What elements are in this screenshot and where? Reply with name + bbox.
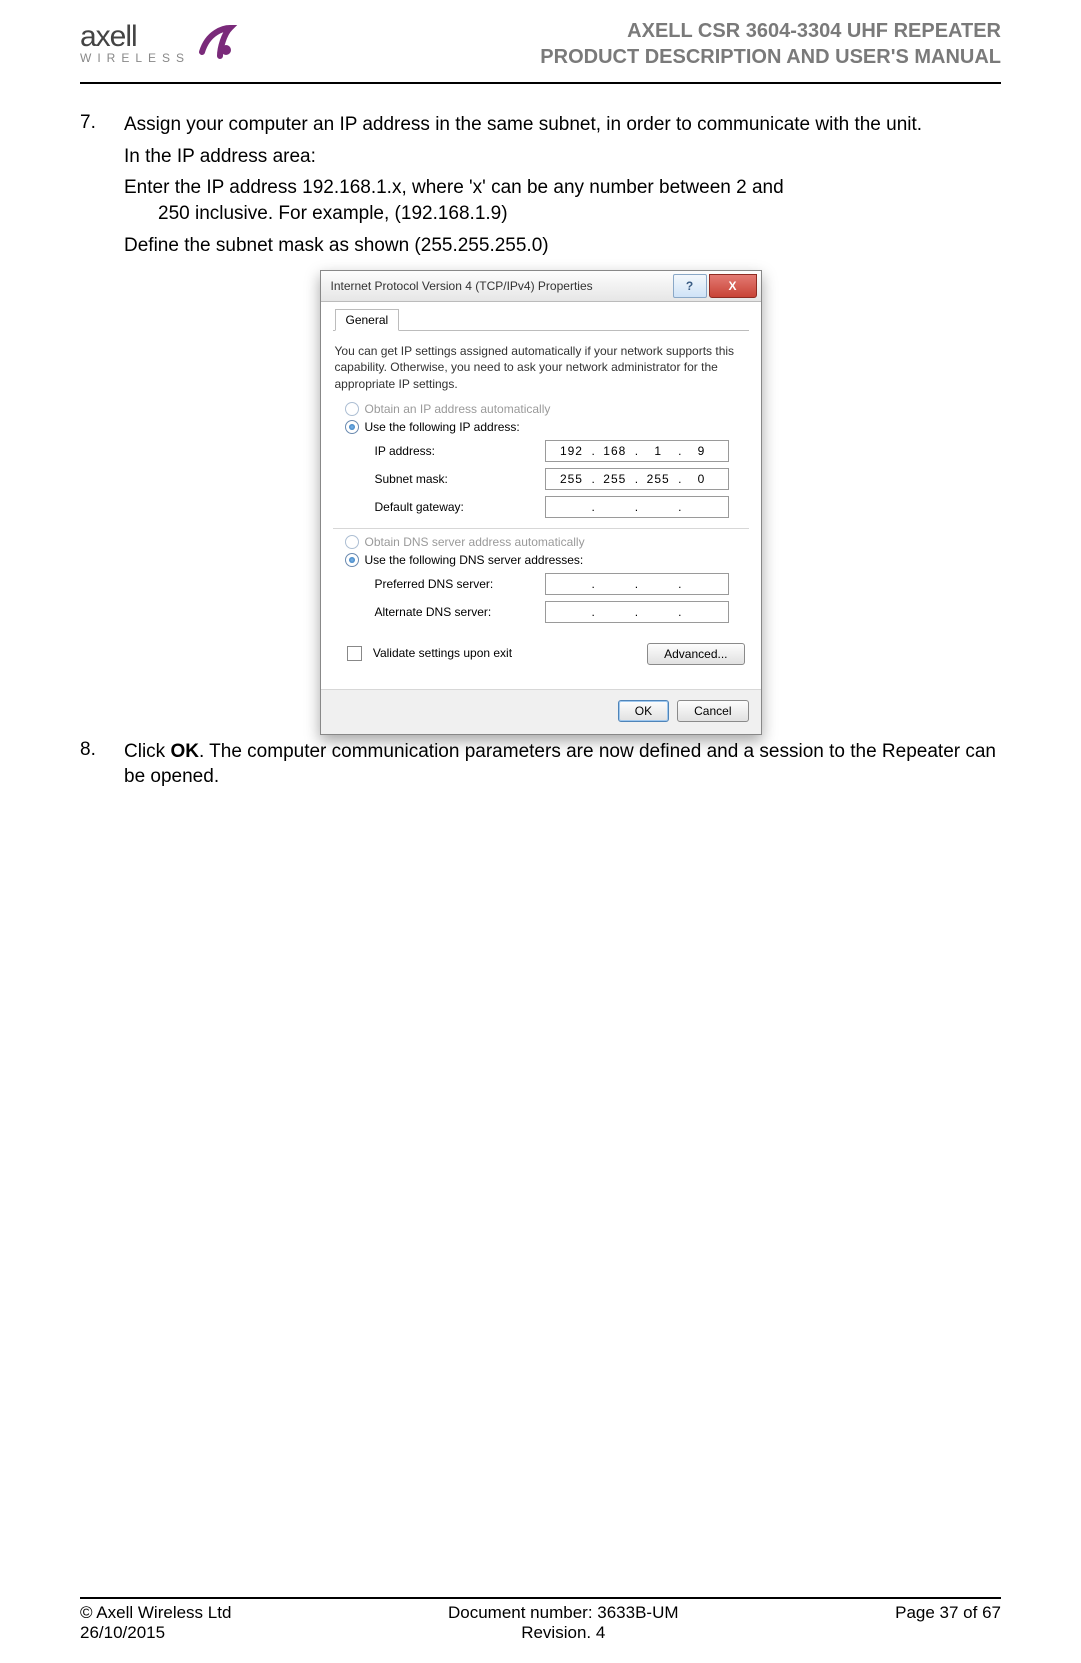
step-8-bold: OK	[170, 741, 199, 762]
page-header: axell WIRELESS AXELL CSR 3604-3304 UHF R…	[80, 18, 1001, 84]
footer-date: 26/10/2015	[80, 1623, 231, 1643]
step-7-line2: In the IP address area:	[124, 144, 1001, 170]
radio-use-ip[interactable]	[345, 420, 359, 434]
step-7: 7. Assign your computer an IP address in…	[80, 112, 1001, 264]
sn-o3: 255	[638, 472, 678, 486]
validate-checkbox[interactable]	[347, 646, 362, 661]
pref-dns-label: Preferred DNS server:	[375, 577, 545, 591]
ip-address-label: IP address:	[375, 444, 545, 458]
step-8-pre: Click	[124, 741, 170, 762]
radio-obtain-dns-label: Obtain DNS server address automatically	[365, 535, 585, 549]
help-button[interactable]: ?	[673, 274, 707, 298]
radio-obtain-ip-label: Obtain an IP address automatically	[365, 402, 551, 416]
logo-sub-text: WIRELESS	[80, 52, 190, 64]
close-button[interactable]: X	[709, 274, 757, 298]
cancel-button[interactable]: Cancel	[677, 700, 748, 722]
doc-title-1: AXELL CSR 3604-3304 UHF REPEATER	[540, 18, 1001, 44]
ip-o2: 168	[595, 444, 635, 458]
alt-dns-label: Alternate DNS server:	[375, 605, 545, 619]
footer-page: Page 37 of 67	[895, 1603, 1001, 1643]
advanced-button[interactable]: Advanced...	[647, 643, 744, 665]
step-8-post: . The computer communication parameters …	[124, 741, 996, 788]
footer-docnum: Document number: 3633B-UM	[448, 1603, 679, 1623]
step-8-text: Click OK. The computer communication par…	[124, 739, 1001, 790]
tab-general[interactable]: General	[335, 309, 400, 331]
dialog-title: Internet Protocol Version 4 (TCP/IPv4) P…	[331, 279, 593, 293]
logo-main-text: axell	[80, 22, 190, 52]
radio-use-ip-label: Use the following IP address:	[365, 420, 520, 434]
gateway-label: Default gateway:	[375, 500, 545, 514]
dialog-titlebar[interactable]: Internet Protocol Version 4 (TCP/IPv4) P…	[321, 271, 761, 302]
radio-use-dns-label: Use the following DNS server addresses:	[365, 553, 584, 567]
radio-use-dns[interactable]	[345, 553, 359, 567]
radio-obtain-ip[interactable]	[345, 402, 359, 416]
sn-o4: 0	[682, 472, 722, 486]
step-number: 8.	[80, 739, 108, 796]
step-number: 7.	[80, 112, 108, 264]
doc-title-2: PRODUCT DESCRIPTION AND USER'S MANUAL	[540, 44, 1001, 70]
validate-label: Validate settings upon exit	[373, 646, 512, 660]
tab-strip: General	[333, 308, 749, 331]
dialog-description: You can get IP settings assigned automat…	[335, 343, 747, 392]
sn-o1: 255	[552, 472, 592, 486]
ok-button[interactable]: OK	[618, 700, 669, 722]
ipv4-properties-dialog: Internet Protocol Version 4 (TCP/IPv4) P…	[320, 270, 762, 735]
subnet-label: Subnet mask:	[375, 472, 545, 486]
sn-o2: 255	[595, 472, 635, 486]
gateway-field[interactable]: . . .	[545, 496, 729, 518]
step-7-line4: Define the subnet mask as shown (255.255…	[124, 233, 1001, 259]
ip-o1: 192	[552, 444, 592, 458]
pref-dns-field[interactable]: . . .	[545, 573, 729, 595]
step-7-line1: Assign your computer an IP address in th…	[124, 112, 1001, 138]
step-7-line3b: 250 inclusive. For example, (192.168.1.9…	[124, 201, 1001, 227]
subnet-field[interactable]: 255. 255. 255. 0	[545, 468, 729, 490]
radio-obtain-dns[interactable]	[345, 535, 359, 549]
logo: axell WIRELESS	[80, 18, 238, 67]
footer-revision: Revision. 4	[448, 1623, 679, 1643]
ip-address-field[interactable]: 192. 168. 1. 9	[545, 440, 729, 462]
step-7-line3a: Enter the IP address 192.168.1.x, where …	[124, 175, 1001, 201]
ip-o4: 9	[682, 444, 722, 458]
ip-o3: 1	[638, 444, 678, 458]
page-footer: © Axell Wireless Ltd 26/10/2015 Document…	[80, 1597, 1001, 1643]
logo-mark-icon	[194, 18, 238, 67]
step-8: 8. Click OK. The computer communication …	[80, 739, 1001, 796]
alt-dns-field[interactable]: . . .	[545, 601, 729, 623]
footer-copyright: © Axell Wireless Ltd	[80, 1603, 231, 1623]
